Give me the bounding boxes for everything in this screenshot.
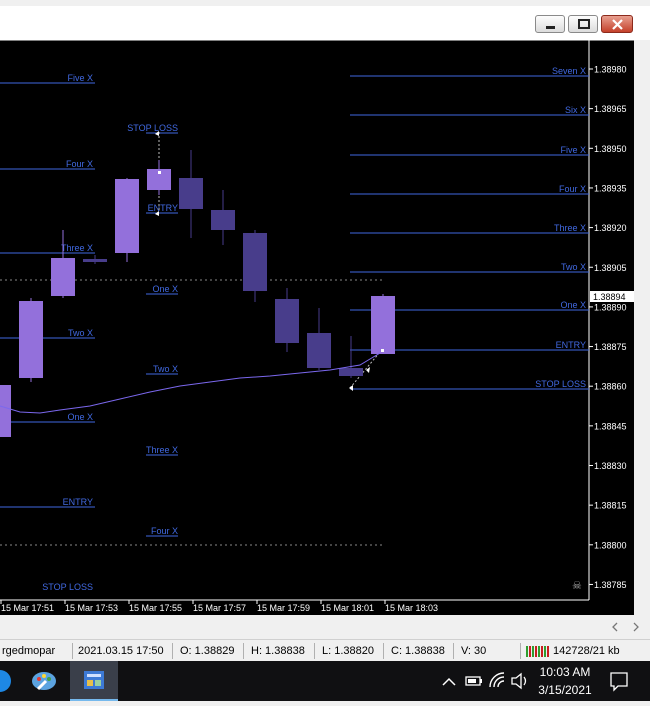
minimize-button[interactable] [535, 15, 565, 33]
level-label-right: Three X [554, 223, 586, 233]
high-value: H: 1.38838 [251, 645, 305, 657]
level-label-mid: Four X [151, 526, 178, 536]
start-icon[interactable] [0, 661, 14, 701]
price-label: 1.38830 [594, 461, 627, 471]
profile-name: rgedmopar [2, 645, 56, 657]
traffic-value: 142728/21 kb [553, 645, 620, 657]
open-value: O: 1.38829 [180, 645, 235, 657]
time-label: 15 Mar 18:01 [321, 603, 374, 613]
candle-body [0, 385, 11, 437]
price-label: 1.38815 [594, 501, 627, 511]
current-price-label: 1.38894 [593, 292, 626, 302]
candle-body [179, 178, 203, 209]
active-app-button[interactable] [70, 661, 118, 701]
volume-value: V: 30 [461, 645, 487, 657]
level-label-left: Two X [68, 328, 93, 338]
level-label-mid: Three X [146, 445, 178, 455]
connection-bars-icon [526, 646, 549, 657]
level-label-mid: Two X [153, 364, 178, 374]
level-label-left: One X [67, 412, 93, 422]
price-label: 1.38935 [594, 183, 627, 193]
skull-icon: ☠ [572, 579, 582, 592]
level-label-left: Five X [67, 73, 93, 83]
price-chart[interactable]: 1.38980 1.38965 1.38950 1.38935 1.38920 1.389… [0, 40, 635, 615]
time-label: 15 Mar 17:53 [65, 603, 118, 613]
candle-body [371, 296, 395, 354]
price-label: 1.38920 [594, 223, 627, 233]
price-label: 1.38845 [594, 421, 627, 431]
price-label: 1.38890 [594, 302, 627, 312]
horizontal-scrollbar[interactable] [0, 615, 650, 639]
battery-icon[interactable] [462, 661, 484, 701]
level-label-mid: One X [152, 284, 178, 294]
candle-body [83, 259, 107, 262]
candle-body [275, 299, 299, 343]
maximize-icon [578, 19, 590, 29]
time-label: 15 Mar 17:59 [257, 603, 310, 613]
time-label: 15 Mar 17:57 [193, 603, 246, 613]
price-label: 1.38965 [594, 104, 627, 114]
level-label-right: Six X [565, 105, 586, 115]
candle-body [19, 301, 43, 378]
price-label: 1.38860 [594, 382, 627, 392]
status-bar: rgedmopar 2021.03.15 17:50 O: 1.38829 H:… [0, 639, 650, 662]
price-label: 1.38905 [594, 263, 627, 273]
level-label-right: Seven X [552, 66, 586, 76]
candle-body [243, 233, 267, 291]
window-right-border [634, 40, 650, 615]
candle-body [115, 179, 139, 253]
clock-date[interactable]: 3/15/2021 [535, 682, 595, 698]
scroll-arrows [612, 622, 639, 632]
level-label-right: Two X [561, 262, 586, 272]
level-label-right: One X [560, 300, 586, 310]
level-label-mid: ENTRY [148, 203, 178, 213]
price-label: 1.38800 [594, 540, 627, 550]
app-icon [84, 671, 104, 689]
candle-body [339, 368, 363, 376]
time-label: 15 Mar 17:55 [129, 603, 182, 613]
candle-body [51, 258, 75, 296]
wifi-icon[interactable] [486, 661, 508, 701]
arrow-marker [366, 367, 370, 373]
close-button[interactable] [601, 15, 633, 33]
candle-body [307, 333, 331, 368]
price-label: 1.38785 [594, 580, 627, 590]
price-label: 1.38875 [594, 342, 627, 352]
price-label: 1.38950 [594, 144, 627, 154]
minimize-icon [546, 26, 555, 29]
bar-datetime: 2021.03.15 17:50 [78, 645, 164, 657]
notification-icon[interactable] [604, 661, 634, 701]
maximize-button[interactable] [568, 15, 598, 33]
level-label-left: ENTRY [63, 497, 93, 507]
level-label-left: STOP LOSS [42, 582, 93, 592]
paint-icon[interactable] [24, 661, 64, 701]
low-value: L: 1.38820 [322, 645, 374, 657]
price-label: 1.38980 [594, 65, 627, 75]
time-label: 15 Mar 17:51 [1, 603, 54, 613]
speaker-icon[interactable] [508, 661, 530, 701]
chevron-up-icon[interactable] [438, 661, 460, 701]
level-label-left: Four X [66, 159, 93, 169]
entry-marker [158, 171, 161, 174]
level-label-right: Four X [559, 184, 586, 194]
level-label-mid: STOP LOSS [127, 123, 178, 133]
close-value: C: 1.38838 [391, 645, 445, 657]
level-label-left: Three X [61, 243, 93, 253]
level-label-right: STOP LOSS [535, 379, 586, 389]
close-icon [612, 19, 623, 30]
time-label: 15 Mar 18:03 [385, 603, 438, 613]
level-label-right: Five X [560, 145, 586, 155]
taskbar: 10:03 AM 3/15/2021 [0, 661, 650, 701]
arrow-marker [349, 385, 353, 391]
entry-marker [381, 349, 384, 352]
clock-time[interactable]: 10:03 AM [535, 664, 595, 680]
level-label-right: ENTRY [556, 340, 586, 350]
title-bar [0, 6, 650, 40]
candle-body [211, 210, 235, 230]
